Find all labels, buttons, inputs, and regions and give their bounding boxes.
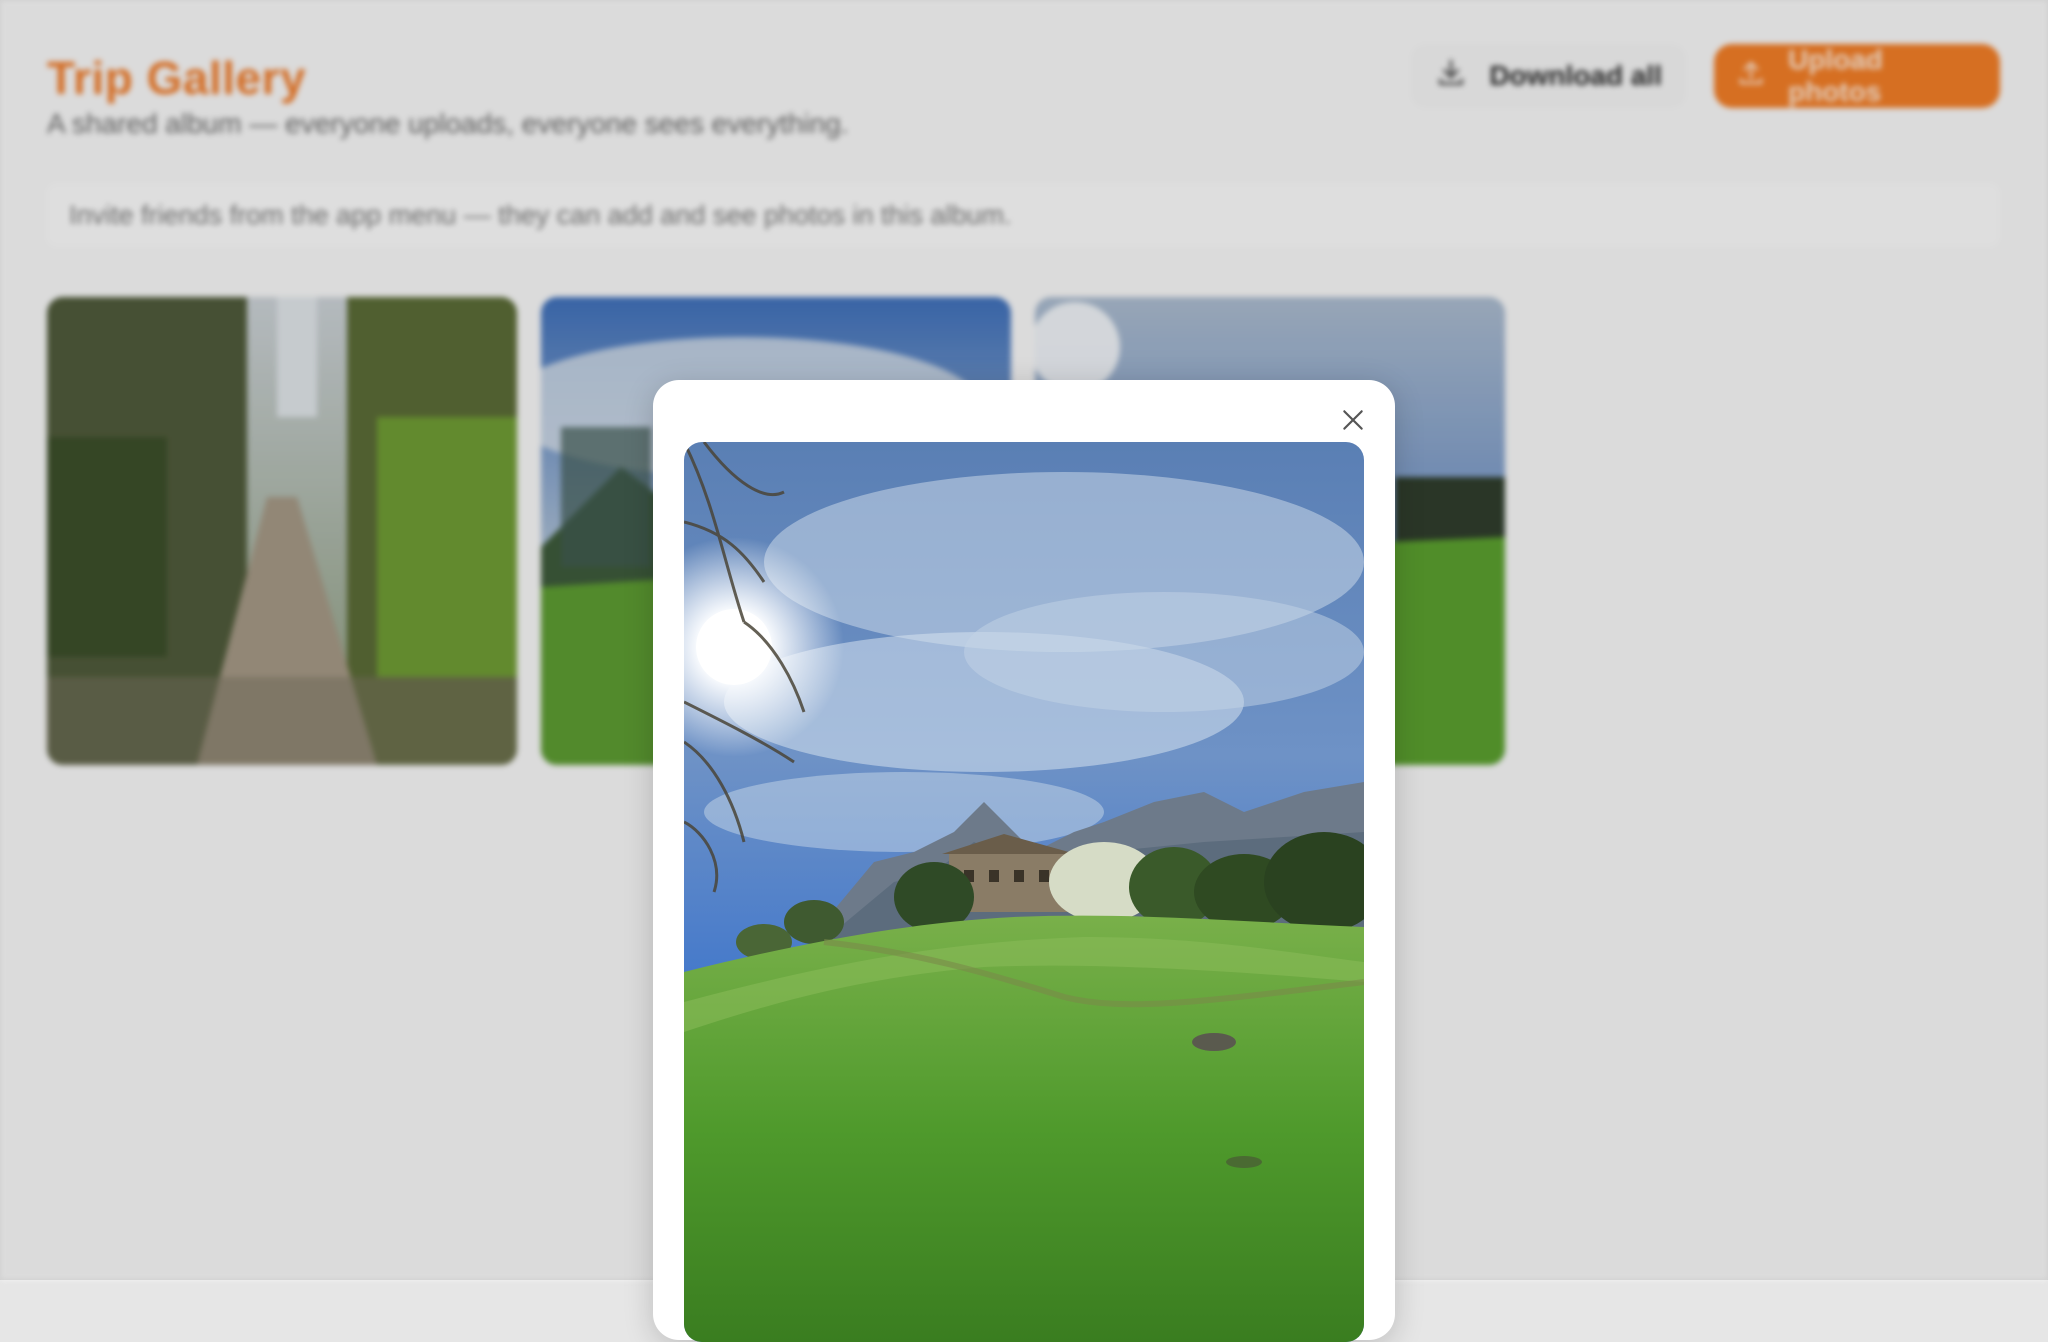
enlarged-photo <box>684 442 1364 1342</box>
close-button[interactable] <box>1333 402 1373 442</box>
photo-viewer-modal <box>653 380 1395 1342</box>
close-icon <box>1340 407 1366 438</box>
